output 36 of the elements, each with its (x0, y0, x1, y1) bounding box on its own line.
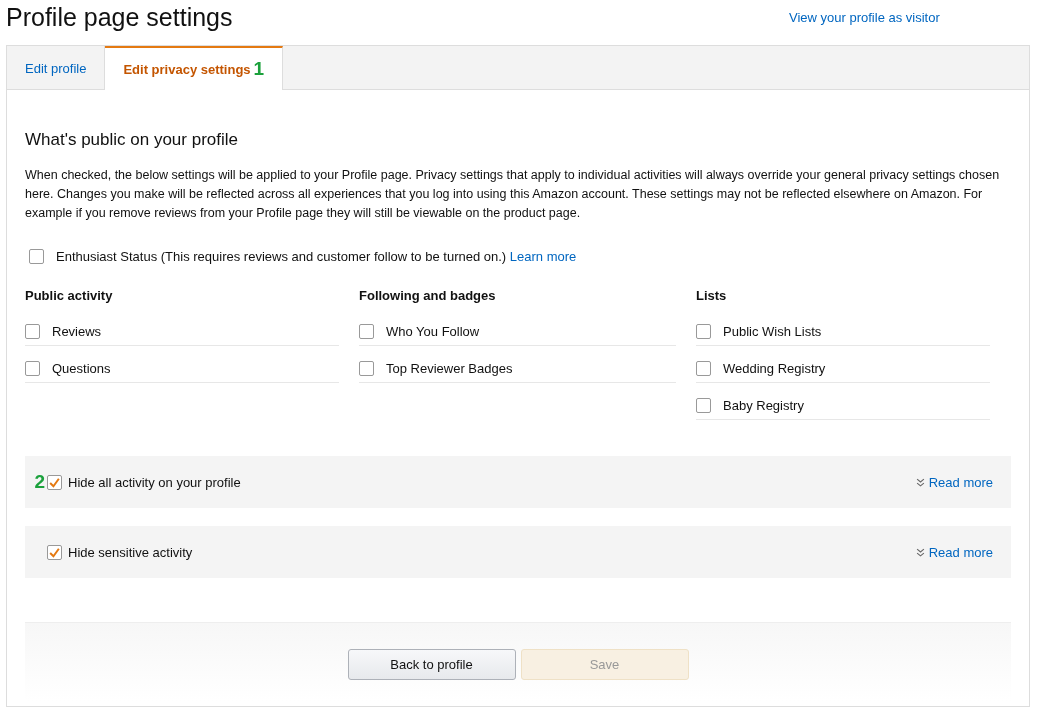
option-label: Hide all activity on your profile (68, 474, 241, 490)
callout-number: 2 (34, 471, 45, 493)
enthusiast-label: Enthusiast Status (This requires reviews and customer follow to be turned on.) Learn more (56, 249, 577, 264)
checkbox[interactable] (359, 323, 374, 339)
checkbox-label: Questions (52, 360, 111, 376)
read-more-link[interactable]: Read more (928, 544, 993, 560)
checkbox-label: Reviews (52, 323, 102, 339)
callout-number: 1 (253, 58, 265, 80)
learn-more-link[interactable]: Learn more (509, 249, 577, 264)
description-text: When checked, the below settings will be applied to your Profile page. Privacy settings that apply to individual activities will always override your general privacy settings chosen here. Changes you make will be reflected across all experiences that you log into using this Amazon account. These settings may not be reflected elsewhere on Amazon. For example if you remove reviews from your Profile page they will still be viewable on the product page. (25, 167, 1001, 222)
checkbox-label: Who You Follow (386, 323, 480, 339)
section-heading: What's public on your profile (25, 130, 239, 150)
checkbox[interactable] (696, 397, 711, 413)
group-heading: Lists (696, 288, 728, 303)
back-button[interactable]: Back to profile (347, 649, 516, 680)
option-label: Hide sensitive activity (68, 544, 193, 560)
checkbox[interactable] (47, 544, 62, 560)
visitor-link[interactable]: View your profile as visitor (789, 9, 940, 25)
checkbox[interactable] (696, 323, 711, 339)
checkbox[interactable] (25, 323, 40, 339)
checkbox-label: Top Reviewer Badges (386, 360, 513, 376)
group-heading: Public activity (25, 288, 114, 303)
checkbox[interactable] (29, 249, 44, 264)
read-more-link[interactable]: Read more (928, 474, 993, 490)
tab[interactable]: Edit privacy settings 1 (105, 46, 284, 90)
checkbox[interactable] (25, 360, 40, 376)
checkbox[interactable] (359, 360, 374, 376)
checkbox-label: Public Wish Lists (723, 323, 822, 339)
double-chevron-icon (915, 477, 925, 487)
double-chevron-icon (915, 547, 925, 557)
page-title: Profile page settings (6, 2, 234, 32)
group-heading: Following and badges (359, 288, 497, 303)
checkbox-label: Wedding Registry (723, 360, 826, 376)
checkbox[interactable] (47, 474, 62, 490)
checkbox[interactable] (696, 360, 711, 376)
checkbox-label: Baby Registry (723, 397, 804, 413)
